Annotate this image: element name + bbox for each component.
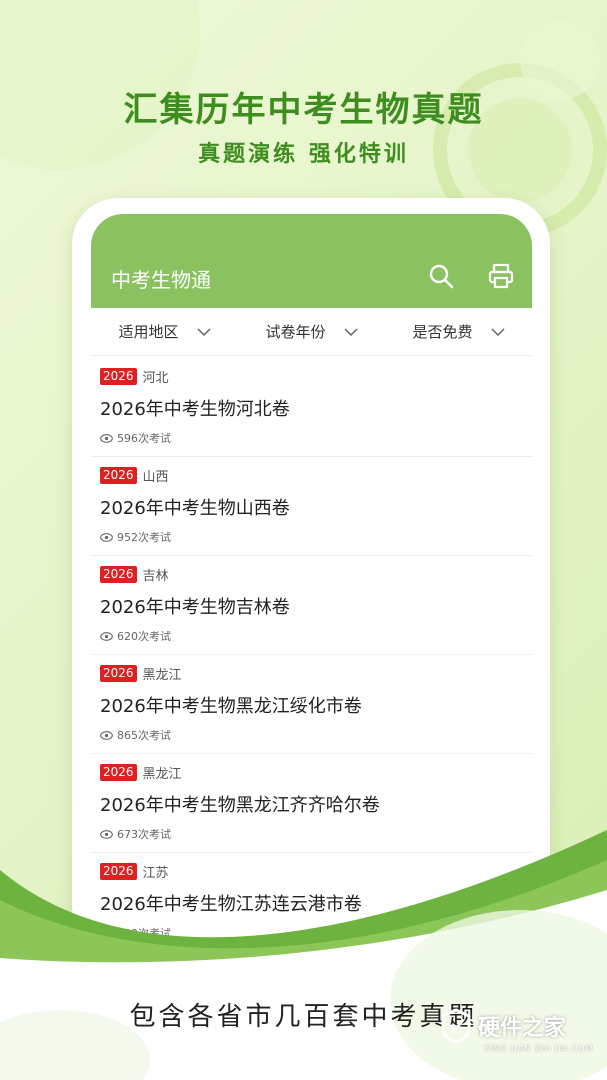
exam-count: 596次考试 xyxy=(117,432,171,445)
watermark-url: YING JIAN ZHI JIA.COM xyxy=(484,1044,594,1053)
exam-title: 2026年中考生物吉林卷 xyxy=(100,597,290,618)
filter-label: 适用地区 xyxy=(118,323,179,341)
list-item[interactable]: 2026 江苏 2026年中考生物江苏连云港市卷 739次考试 xyxy=(91,853,532,952)
hero-subtitle: 真题演练 强化特训 xyxy=(198,142,409,167)
region-label: 黑龙江 xyxy=(142,668,182,683)
exam-count: 865次考试 xyxy=(117,729,171,742)
search-icon[interactable] xyxy=(427,262,455,290)
filter-free[interactable]: 是否免费 xyxy=(385,321,532,342)
filter-region[interactable]: 适用地区 xyxy=(91,321,238,342)
exam-title: 2026年中考生物黑龙江齐齐哈尔卷 xyxy=(100,795,380,816)
app-header: 中考生物通 xyxy=(91,214,532,308)
chevron-down-icon xyxy=(196,327,211,336)
exam-count: 952次考试 xyxy=(117,531,171,544)
exam-count: 620次考试 xyxy=(117,630,171,643)
filter-bar: 适用地区 试卷年份 是否免费 xyxy=(91,308,532,356)
year-badge: 2026 xyxy=(100,665,137,682)
year-badge: 2026 xyxy=(100,764,137,781)
region-label: 黑龙江 xyxy=(142,767,182,782)
app-title: 中考生物通 xyxy=(111,268,211,292)
list-item[interactable]: 2026 吉林 2026年中考生物吉林卷 620次考试 xyxy=(91,556,532,655)
watermark: 硬件之家 xyxy=(440,1008,566,1044)
exam-count: 739次考试 xyxy=(117,927,171,940)
watermark-name: 硬件之家 xyxy=(478,1016,567,1041)
filter-label: 试卷年份 xyxy=(265,323,326,341)
year-badge: 2026 xyxy=(100,566,137,583)
list-item[interactable]: 2026 河北 2026年中考生物河北卷 596次考试 xyxy=(91,358,532,457)
eye-icon xyxy=(100,631,113,641)
exam-title: 2026年中考生物黑龙江绥化市卷 xyxy=(100,696,362,717)
exam-title: 2026年中考生物山西卷 xyxy=(100,498,290,519)
filter-label: 是否免费 xyxy=(412,323,473,341)
exam-list: 2026 河北 2026年中考生物河北卷 596次考试 2026 山西 2026年中… xyxy=(91,358,532,952)
printer-icon[interactable] xyxy=(487,262,515,290)
chevron-down-icon xyxy=(343,327,358,336)
list-item[interactable]: 2026 黑龙江 2026年中考生物黑龙江齐齐哈尔卷 673次考试 xyxy=(91,754,532,853)
year-badge: 2026 xyxy=(100,368,137,385)
eye-icon xyxy=(100,532,113,542)
exam-title: 2026年中考生物江苏连云港市卷 xyxy=(100,894,362,915)
eye-icon xyxy=(100,928,113,938)
chevron-down-icon xyxy=(490,327,505,336)
eye-icon xyxy=(100,730,113,740)
year-badge: 2026 xyxy=(100,467,137,484)
shield-logo-icon xyxy=(441,1008,471,1044)
list-item[interactable]: 2026 黑龙江 2026年中考生物黑龙江绥化市卷 865次考试 xyxy=(91,655,532,754)
region-label: 河北 xyxy=(142,371,169,386)
hero-title: 汇集历年中考生物真题 xyxy=(123,90,484,130)
region-label: 山西 xyxy=(142,470,169,485)
year-badge: 2026 xyxy=(100,863,137,880)
list-item[interactable]: 2026 山西 2026年中考生物山西卷 952次考试 xyxy=(91,457,532,556)
region-label: 江苏 xyxy=(142,866,169,881)
exam-title: 2026年中考生物河北卷 xyxy=(100,399,290,420)
phone-mockup: 中考生物通 适用地区 试卷年份 是否免费 2026 河北 2026年中考生物河北卷 xyxy=(72,198,550,958)
eye-icon xyxy=(100,433,113,443)
filter-year[interactable]: 试卷年份 xyxy=(238,321,385,342)
exam-count: 673次考试 xyxy=(117,828,171,841)
region-label: 吉林 xyxy=(142,569,169,584)
eye-icon xyxy=(100,829,113,839)
